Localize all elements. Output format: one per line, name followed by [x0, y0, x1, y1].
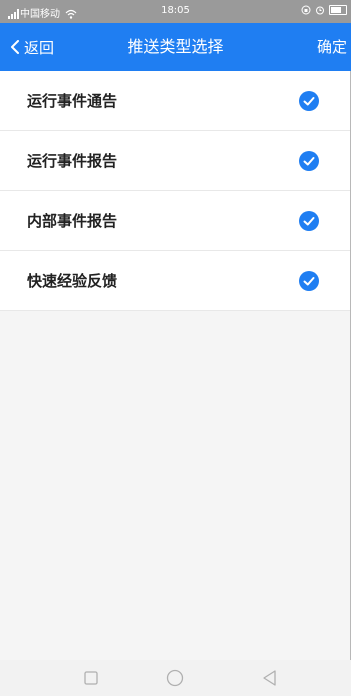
alarm-icon — [316, 6, 324, 15]
check-icon[interactable] — [299, 151, 319, 171]
status-bar: 中国移动 18:05 — [0, 0, 351, 23]
check-icon[interactable] — [299, 91, 319, 111]
check-icon[interactable] — [299, 211, 319, 231]
status-icons — [301, 5, 347, 15]
content-area: 运行事件通告 运行事件报告 内部事件报告 快速经验反馈 — [0, 71, 351, 660]
recent-apps-icon[interactable] — [81, 668, 101, 688]
back-label: 返回 — [24, 38, 55, 57]
nav-bar: 返回 推送类型选择 确定 — [0, 23, 351, 71]
back-triangle-icon[interactable] — [260, 668, 280, 688]
confirm-button[interactable]: 确定 — [317, 23, 347, 71]
option-label: 运行事件报告 — [27, 152, 118, 170]
lock-icon — [301, 5, 311, 15]
option-label: 快速经验反馈 — [27, 272, 118, 290]
home-icon[interactable] — [165, 668, 185, 688]
option-list: 运行事件通告 运行事件报告 内部事件报告 快速经验反馈 — [0, 71, 350, 311]
option-label: 运行事件通告 — [27, 92, 118, 110]
option-item-operation-notice[interactable]: 运行事件通告 — [0, 71, 350, 131]
option-item-quick-feedback[interactable]: 快速经验反馈 — [0, 251, 350, 311]
chevron-left-icon — [11, 40, 19, 54]
system-nav-bar — [0, 660, 351, 696]
option-label: 内部事件报告 — [27, 212, 118, 230]
status-time: 18:05 — [161, 5, 190, 16]
battery-icon — [329, 5, 347, 15]
option-item-operation-report[interactable]: 运行事件报告 — [0, 131, 350, 191]
option-item-internal-report[interactable]: 内部事件报告 — [0, 191, 350, 251]
check-icon[interactable] — [299, 271, 319, 291]
back-button[interactable]: 返回 — [10, 23, 54, 71]
